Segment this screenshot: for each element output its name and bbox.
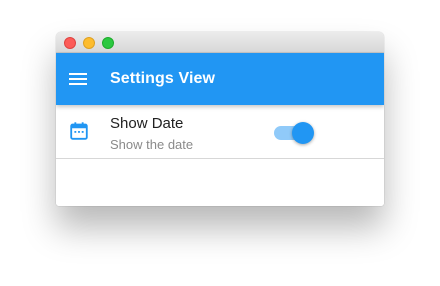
window-minimize-button[interactable] [83,37,95,49]
show-date-toggle[interactable] [272,121,316,145]
toggle-thumb [292,122,314,144]
window-titlebar[interactable] [56,32,384,53]
page-title: Settings View [110,70,216,87]
settings-list: Show Date Show the date [56,105,384,206]
app-window: Settings View Show Date Show the date [56,32,384,206]
setting-title: Show Date [110,115,184,132]
setting-subtitle: Show the date [110,137,194,152]
hamburger-menu-icon [66,67,90,91]
app-bar: Settings View [56,53,384,105]
window-zoom-button[interactable] [102,37,114,49]
menu-button[interactable] [66,67,90,91]
window-close-button[interactable] [64,37,76,49]
calendar-icon [68,120,90,142]
setting-item-show-date[interactable]: Show Date Show the date [56,105,384,159]
